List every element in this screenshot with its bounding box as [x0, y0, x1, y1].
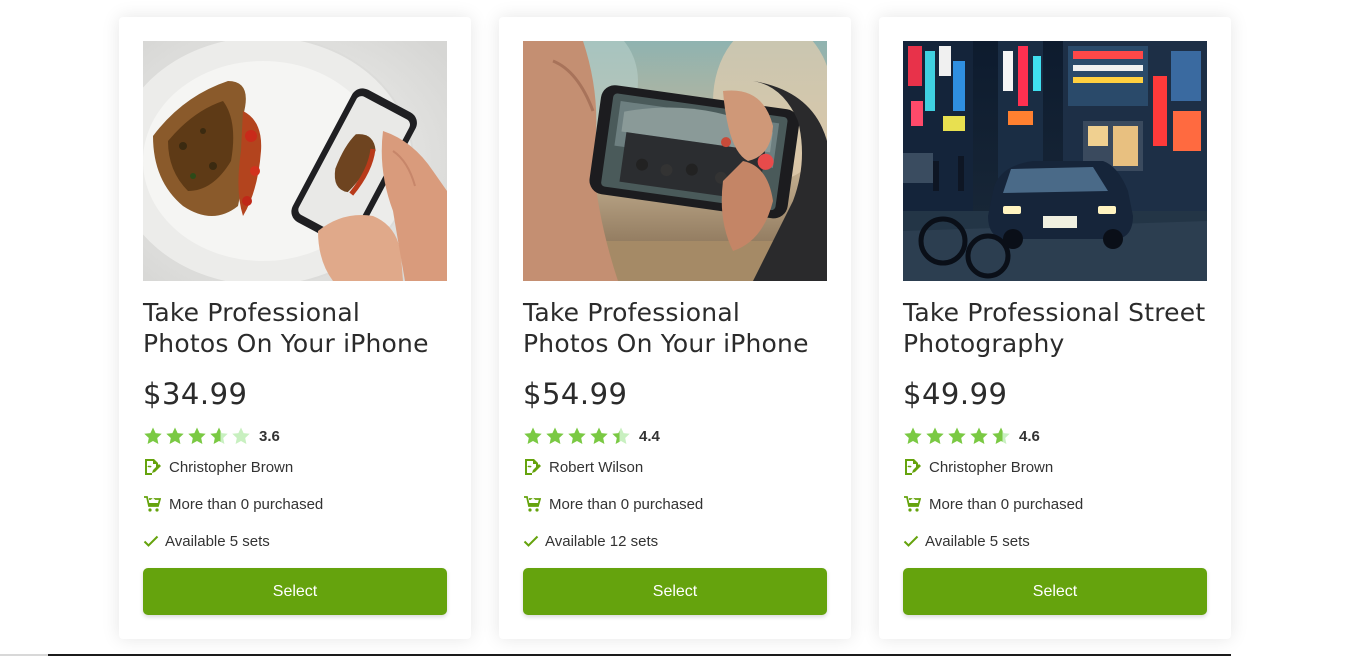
cart-plus-icon: [904, 496, 921, 512]
author-name[interactable]: Robert Wilson: [549, 459, 643, 476]
cart-plus-icon: [144, 496, 161, 512]
author-name[interactable]: Christopher Brown: [929, 459, 1053, 476]
purchase-count: More than 0 purchased: [549, 495, 704, 513]
select-button[interactable]: Select: [903, 568, 1207, 615]
star-icon: [568, 427, 586, 444]
availability-text: Available 12 sets: [545, 532, 659, 550]
course-image[interactable]: [143, 41, 447, 281]
author-name[interactable]: Christopher Brown: [169, 459, 293, 476]
course-title[interactable]: Take Professional Street Photography: [903, 297, 1207, 359]
availability-row: Available 5 sets: [143, 530, 447, 552]
select-button[interactable]: Select: [523, 568, 827, 615]
course-price: $49.99: [903, 377, 1008, 411]
course-image[interactable]: [523, 41, 827, 281]
star-icon: [232, 427, 250, 444]
purchase-row: More than 0 purchased: [523, 493, 827, 515]
star-icon: [524, 427, 542, 444]
star-icon: [166, 427, 184, 444]
rating-value: 3.6: [259, 427, 280, 445]
availability-text: Available 5 sets: [925, 532, 1030, 550]
star-icon: [948, 427, 966, 444]
star-icon: [546, 427, 564, 444]
rating-stars: [523, 426, 631, 446]
rating-value: 4.6: [1019, 427, 1040, 445]
star-icon: [926, 427, 944, 444]
availability-text: Available 5 sets: [165, 532, 270, 550]
rating: 3.6: [143, 423, 447, 449]
purchase-row: More than 0 purchased: [903, 493, 1207, 515]
purchase-count: More than 0 purchased: [169, 495, 324, 513]
course-price: $34.99: [143, 377, 248, 411]
cart-plus-icon: [524, 496, 541, 512]
checkmark-icon: [523, 535, 539, 547]
course-image[interactable]: [903, 41, 1207, 281]
availability-row: Available 5 sets: [903, 530, 1207, 552]
rating-value: 4.4: [639, 427, 660, 445]
star-icon: [590, 427, 608, 444]
star-icon: [992, 427, 1010, 444]
purchase-row: More than 0 purchased: [143, 493, 447, 515]
edit-document-icon: [145, 459, 161, 475]
course-card: Take Professional Photos On Your iPhone …: [119, 17, 471, 639]
star-icon: [970, 427, 988, 444]
rating-stars: [903, 426, 1011, 446]
star-icon: [188, 427, 206, 444]
author-row: Christopher Brown: [903, 456, 1207, 478]
course-card-list: Take Professional Photos On Your iPhone …: [119, 17, 1231, 639]
course-price: $54.99: [523, 377, 628, 411]
rating-stars: [143, 426, 251, 446]
purchase-count: More than 0 purchased: [929, 495, 1084, 513]
author-row: Christopher Brown: [143, 456, 447, 478]
star-icon: [612, 427, 630, 444]
course-card: Take Professional Street Photography $49…: [879, 17, 1231, 639]
course-card: Take Professional Photos On Your iPhone …: [499, 17, 851, 639]
checkmark-icon: [143, 535, 159, 547]
edit-document-icon: [525, 459, 541, 475]
star-icon: [144, 427, 162, 444]
availability-row: Available 12 sets: [523, 530, 827, 552]
edit-document-icon: [905, 459, 921, 475]
checkmark-icon: [903, 535, 919, 547]
star-icon: [210, 427, 228, 444]
author-row: Robert Wilson: [523, 456, 827, 478]
rating: 4.4: [523, 423, 827, 449]
select-button[interactable]: Select: [143, 568, 447, 615]
course-title[interactable]: Take Professional Photos On Your iPhone: [523, 297, 827, 359]
rating: 4.6: [903, 423, 1207, 449]
course-title[interactable]: Take Professional Photos On Your iPhone: [143, 297, 447, 359]
star-icon: [904, 427, 922, 444]
